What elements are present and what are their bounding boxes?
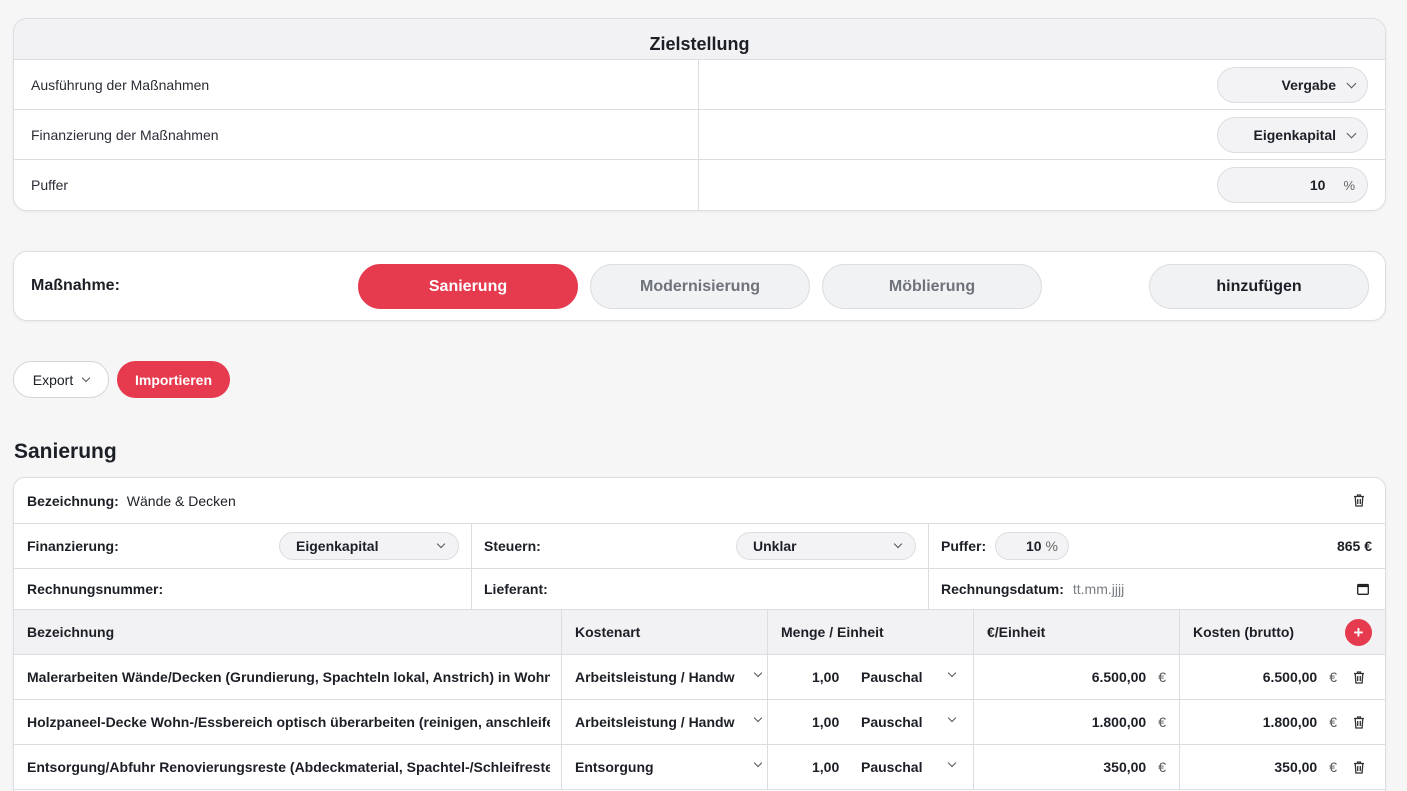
col-menge: Menge / Einheit	[781, 624, 884, 640]
chevron-down-icon	[1346, 78, 1357, 88]
table-header: Bezeichnung Kostenart Menge / Einheit €/…	[14, 610, 1385, 655]
bezeichnung-label: Bezeichnung:	[27, 492, 119, 509]
rechnungsdatum-input[interactable]: tt.mm.jjjj	[1073, 581, 1124, 597]
currency-symbol: €	[1158, 759, 1166, 775]
table-row: Entsorgung/Abfuhr Renovierungsreste (Abd…	[14, 745, 1385, 790]
row-menge[interactable]: 1,00	[812, 745, 839, 789]
section-title: Sanierung	[14, 440, 117, 463]
massnahme-label: Maßnahme:	[31, 277, 120, 294]
row-menge[interactable]: 1,00	[812, 655, 839, 699]
row-preis[interactable]: 350,00	[1103, 759, 1146, 775]
tab-sanierung[interactable]: Sanierung	[358, 264, 578, 309]
chevron-down-icon	[81, 373, 91, 382]
row-kosten: 6.500,00	[1262, 669, 1318, 685]
finanzierung-row: Finanzierung: Eigenkapital Steuern: Unkl…	[14, 524, 1385, 569]
rechnungsnummer-label: Rechnungsnummer:	[27, 581, 164, 597]
percent-unit: %	[1343, 177, 1355, 193]
trash-icon[interactable]	[1353, 716, 1365, 729]
row-kosten: 1.800,00	[1262, 714, 1318, 730]
row-bezeichnung[interactable]: Entsorgung/Abfuhr Renovierungsreste (Abd…	[27, 745, 550, 789]
sanierung-block: Bezeichnung: Wände & Decken Finanzierung…	[13, 477, 1386, 791]
row-preis[interactable]: 6.500,00	[1092, 669, 1147, 685]
row-einheit[interactable]: Pauschal	[861, 745, 922, 789]
col-kosten: Kosten (brutto)	[1193, 624, 1295, 640]
calendar-icon[interactable]	[1357, 583, 1369, 595]
chevron-down-icon	[893, 539, 903, 549]
rechnung-row: Rechnungsnummer: Lieferant: Rechnungsdat…	[14, 569, 1385, 610]
zielstellung-card: Zielstellung Ausführung der Maßnahmen Ve…	[13, 18, 1386, 211]
row-einheit[interactable]: Pauschal	[861, 700, 922, 744]
finanzierung-select[interactable]: Eigenkapital	[279, 532, 459, 560]
row-einheit[interactable]: Pauschal	[861, 655, 922, 699]
chevron-down-icon[interactable]	[947, 668, 957, 678]
steuern-value: Unklar	[753, 538, 797, 554]
finanzierung-value: Eigenkapital	[296, 538, 379, 554]
add-massnahme-button[interactable]: hinzufügen	[1149, 264, 1369, 309]
puffer-input[interactable]: 10 %	[1217, 167, 1368, 203]
col-kostenart: Kostenart	[575, 624, 641, 640]
lieferant-label: Lieferant:	[484, 581, 548, 597]
block-total: 865 €	[1336, 538, 1372, 554]
ziel-row-ausfuehrung: Ausführung der Maßnahmen Vergabe	[14, 60, 1385, 110]
export-button[interactable]: Export	[13, 361, 109, 398]
trash-icon[interactable]	[1353, 494, 1365, 507]
puffer-label: Puffer:	[941, 538, 987, 554]
currency-symbol: €	[1158, 714, 1166, 730]
row-menge[interactable]: 1,00	[812, 700, 839, 744]
ziel-row-label: Ausführung der Maßnahmen	[14, 60, 699, 109]
steuern-select[interactable]: Unklar	[736, 532, 916, 560]
puffer-input[interactable]: 10 %	[995, 532, 1069, 560]
chevron-down-icon[interactable]	[753, 758, 763, 768]
massnahme-card: Maßnahme: Sanierung Modernisierung Möbli…	[13, 251, 1386, 321]
ziel-row-label: Finanzierung der Maßnahmen	[14, 110, 699, 159]
table-row: Holzpaneel-Decke Wohn-/Essbereich optisc…	[14, 700, 1385, 745]
row-kosten: 350,00	[1274, 759, 1318, 775]
trash-icon[interactable]	[1353, 671, 1365, 684]
chevron-down-icon[interactable]	[753, 668, 763, 678]
finanzierung-value: Eigenkapital	[1253, 127, 1336, 143]
table-row: Malerarbeiten Wände/Decken (Grundierung,…	[14, 655, 1385, 700]
tab-modernisierung[interactable]: Modernisierung	[590, 264, 810, 309]
finanzierung-label: Finanzierung:	[27, 538, 119, 554]
chevron-down-icon[interactable]	[947, 713, 957, 723]
currency-symbol: €	[1329, 759, 1337, 775]
bezeichnung-row: Bezeichnung: Wände & Decken	[14, 478, 1385, 524]
ziel-row-finanzierung: Finanzierung der Maßnahmen Eigenkapital	[14, 110, 1385, 160]
puffer-value: 10	[1025, 538, 1042, 554]
chevron-down-icon[interactable]	[947, 758, 957, 768]
ausfuehrung-value: Vergabe	[1281, 77, 1336, 93]
row-kostenart[interactable]: Arbeitsleistung / Handwerker	[575, 700, 735, 744]
finanzierung-select[interactable]: Eigenkapital	[1217, 117, 1368, 153]
import-button[interactable]: Importieren	[117, 361, 230, 398]
rechnungsdatum-label: Rechnungsdatum:	[941, 581, 1064, 597]
col-preis: €/Einheit	[987, 624, 1046, 640]
add-row-button[interactable]: +	[1345, 619, 1372, 646]
bezeichnung-value[interactable]: Wände & Decken	[127, 493, 236, 509]
row-bezeichnung[interactable]: Malerarbeiten Wände/Decken (Grundierung,…	[27, 655, 550, 699]
zielstellung-title: Zielstellung	[14, 19, 1385, 60]
ziel-row-label: Puffer	[14, 160, 699, 210]
col-bezeichnung: Bezeichnung	[27, 624, 115, 640]
row-bezeichnung[interactable]: Holzpaneel-Decke Wohn-/Essbereich optisc…	[27, 700, 550, 744]
puffer-value: 10	[1309, 177, 1326, 193]
ausfuehrung-select[interactable]: Vergabe	[1217, 67, 1368, 103]
row-kostenart[interactable]: Arbeitsleistung / Handwerker	[575, 655, 735, 699]
chevron-down-icon	[1346, 128, 1357, 138]
chevron-down-icon[interactable]	[753, 713, 763, 723]
currency-symbol: €	[1158, 669, 1166, 685]
export-label: Export	[32, 371, 74, 388]
trash-icon[interactable]	[1353, 761, 1365, 774]
steuern-label: Steuern:	[484, 538, 541, 554]
chevron-down-icon	[436, 539, 446, 549]
percent-unit: %	[1045, 538, 1058, 554]
tab-moeblierung[interactable]: Möblierung	[822, 264, 1042, 309]
row-kostenart[interactable]: Entsorgung	[575, 745, 735, 789]
currency-symbol: €	[1329, 669, 1337, 685]
currency-symbol: €	[1329, 714, 1337, 730]
ziel-row-puffer: Puffer 10 %	[14, 160, 1385, 210]
row-preis[interactable]: 1.800,00	[1092, 714, 1147, 730]
